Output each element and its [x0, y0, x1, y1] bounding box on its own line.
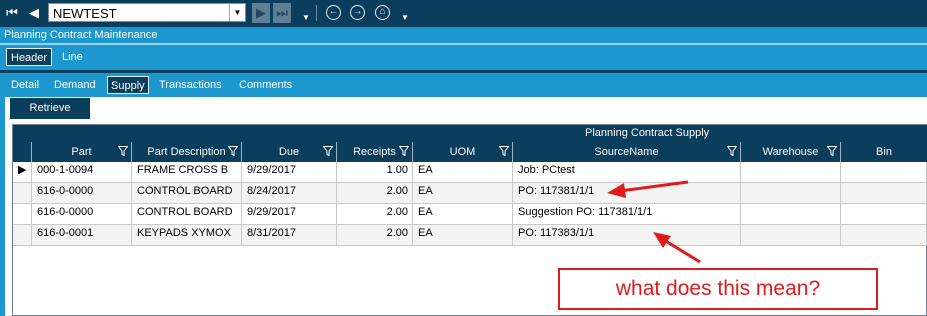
annotation-callout: what does this mean? [558, 268, 878, 310]
arrow-to-last-row [653, 232, 701, 264]
arrow-to-po-row [607, 180, 689, 198]
